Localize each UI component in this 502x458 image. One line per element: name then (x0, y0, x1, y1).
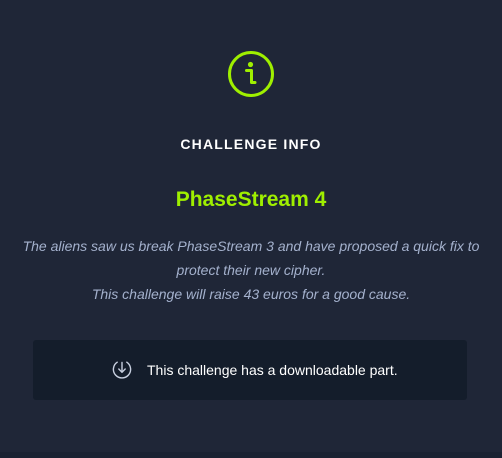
modal-heading: CHALLENGE INFO (180, 136, 322, 152)
download-label[interactable]: This challenge has a downloadable part. (147, 362, 398, 378)
description-line: The aliens saw us break PhaseStream 3 an… (22, 238, 480, 254)
modal-footer-divider (0, 452, 502, 458)
description-line: This challenge will raise 43 euros for a… (91, 286, 411, 302)
challenge-title: PhaseStream 4 (175, 188, 327, 211)
description-line: protect their new cipher. (176, 262, 326, 278)
info-circle-icon (228, 51, 274, 97)
challenge-description: The aliens saw us break PhaseStream 3 an… (20, 234, 482, 306)
challenge-info-modal: CHALLENGE INFO PhaseStream 4 The aliens … (0, 0, 502, 458)
download-icon[interactable] (111, 358, 133, 380)
